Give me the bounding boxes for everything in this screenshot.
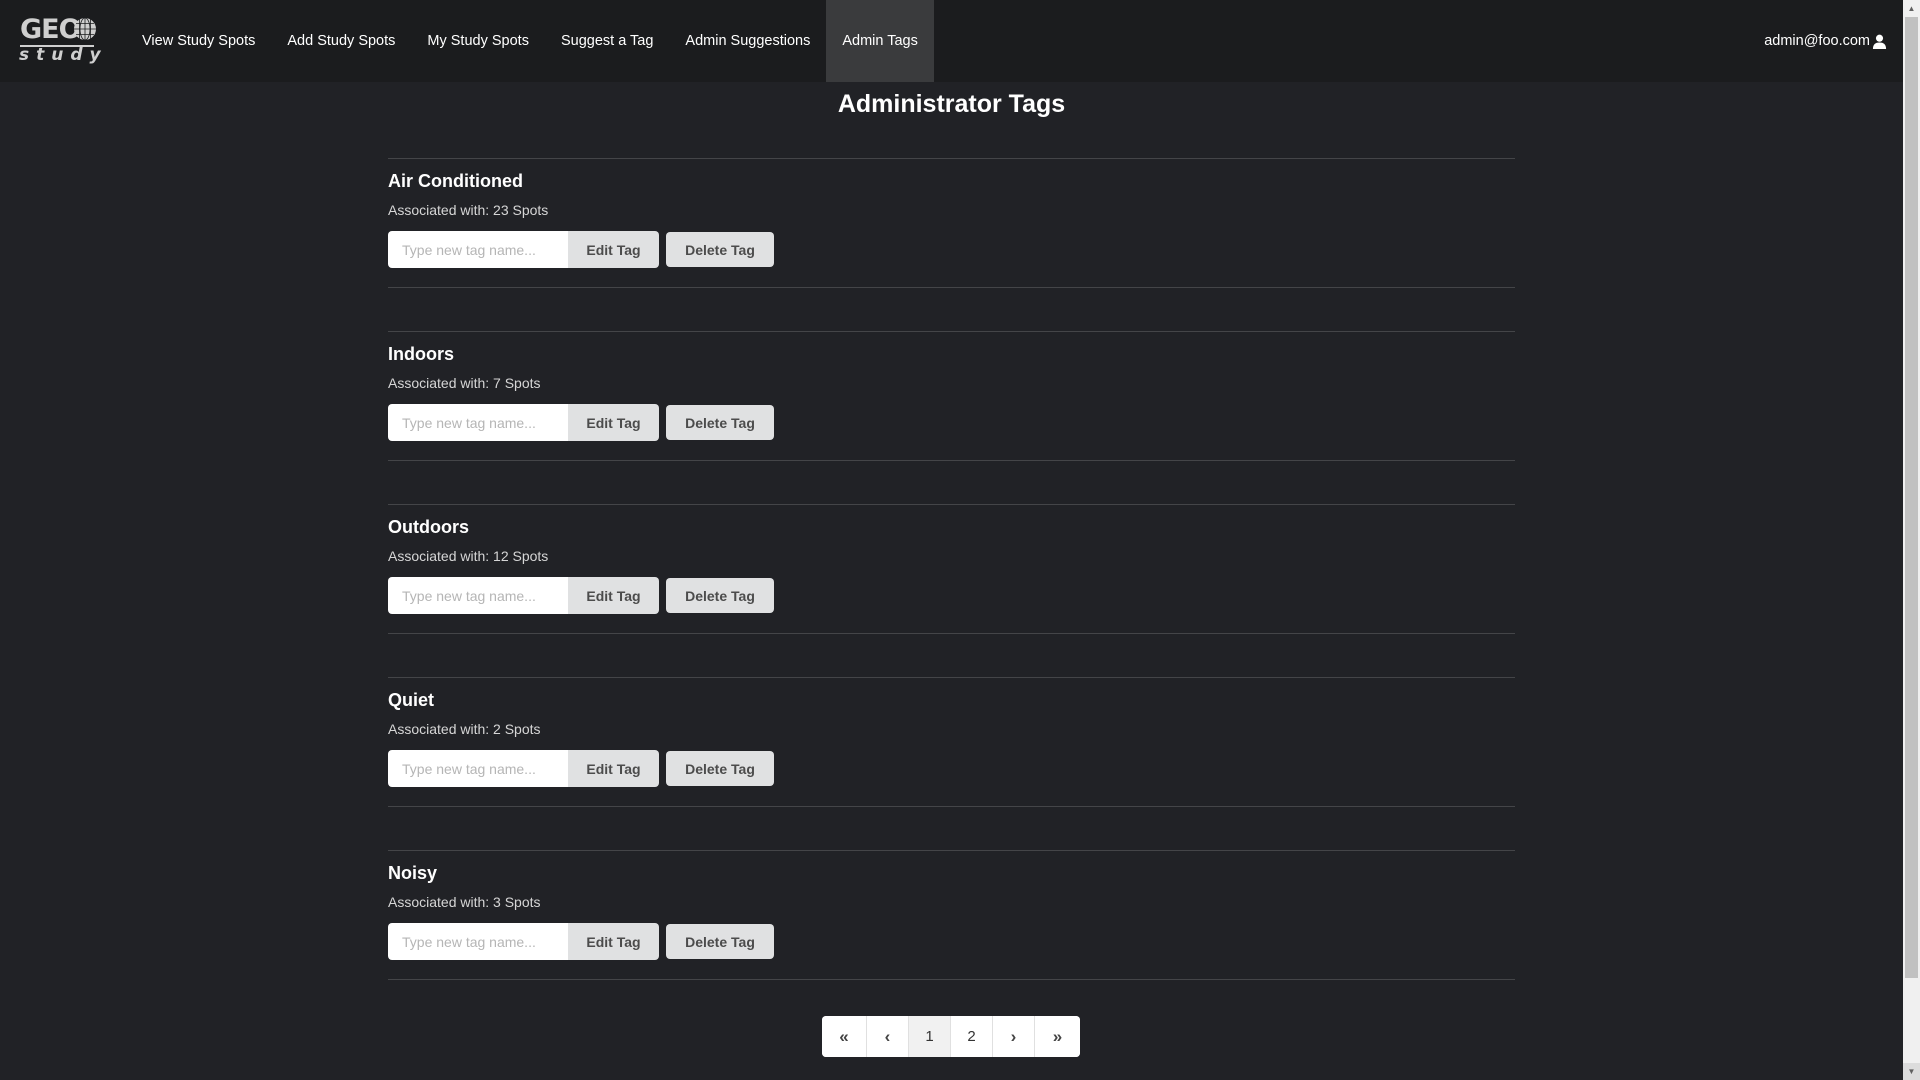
page-1-button[interactable]: 1 bbox=[909, 1016, 951, 1057]
logo-study-text: study bbox=[19, 45, 108, 65]
edit-input-group: Edit Tag bbox=[388, 404, 659, 441]
delete-tag-button[interactable]: Delete Tag bbox=[666, 232, 774, 267]
nav-my-study-spots[interactable]: My Study Spots bbox=[411, 0, 545, 82]
edit-tag-button[interactable]: Edit Tag bbox=[568, 577, 659, 614]
tag-name: Quiet bbox=[388, 690, 435, 710]
pagination: « ‹ 1 2 › » bbox=[822, 1016, 1080, 1057]
tag-controls: Edit Tag Delete Tag bbox=[388, 577, 774, 614]
delete-tag-button[interactable]: Delete Tag bbox=[666, 405, 774, 440]
edit-tag-button[interactable]: Edit Tag bbox=[568, 404, 659, 441]
nav-suggest-a-tag[interactable]: Suggest a Tag bbox=[545, 0, 669, 82]
nav-links: View Study Spots Add Study Spots My Stud… bbox=[126, 0, 934, 82]
tag-item: Air Conditioned Associated with: 23 Spot… bbox=[388, 158, 1515, 288]
geostudy-logo[interactable]: GEO study bbox=[16, 0, 126, 82]
tag-name: Air Conditioned bbox=[388, 171, 523, 191]
page-scrollbar[interactable]: ▲ ▼ bbox=[1903, 0, 1920, 1080]
edit-input-group: Edit Tag bbox=[388, 577, 659, 614]
nav-admin-tags[interactable]: Admin Tags bbox=[826, 0, 934, 82]
tag-count: Associated with: 2 Spots bbox=[388, 721, 541, 737]
edit-input-group: Edit Tag bbox=[388, 750, 659, 787]
user-email[interactable]: admin@foo.com bbox=[1764, 33, 1870, 49]
double-chevron-left-icon: « bbox=[839, 1026, 849, 1046]
tag-count: Associated with: 7 Spots bbox=[388, 375, 541, 391]
delete-tag-button[interactable]: Delete Tag bbox=[666, 578, 774, 613]
delete-tag-button[interactable]: Delete Tag bbox=[666, 924, 774, 959]
edit-input-group: Edit Tag bbox=[388, 231, 659, 268]
scroll-up-arrow-icon[interactable]: ▲ bbox=[1903, 0, 1920, 17]
nav-add-study-spots[interactable]: Add Study Spots bbox=[271, 0, 411, 82]
page-2-button[interactable]: 2 bbox=[951, 1016, 993, 1057]
last-page-button[interactable]: » bbox=[1035, 1016, 1080, 1057]
next-page-button[interactable]: › bbox=[993, 1016, 1035, 1057]
chevron-right-icon: › bbox=[1010, 1026, 1017, 1046]
edit-tag-button[interactable]: Edit Tag bbox=[568, 231, 659, 268]
edit-tag-button[interactable]: Edit Tag bbox=[568, 923, 659, 960]
tag-item: Noisy Associated with: 3 Spots Edit Tag … bbox=[388, 850, 1515, 980]
tag-count: Associated with: 12 Spots bbox=[388, 548, 549, 564]
tag-item: Indoors Associated with: 7 Spots Edit Ta… bbox=[388, 331, 1515, 461]
logo-geo-text: GEO bbox=[20, 14, 82, 45]
scrollbar-thumb[interactable] bbox=[1905, 17, 1918, 978]
tag-controls: Edit Tag Delete Tag bbox=[388, 231, 774, 268]
tag-controls: Edit Tag Delete Tag bbox=[388, 750, 774, 787]
user-icon bbox=[1872, 34, 1887, 49]
tag-controls: Edit Tag Delete Tag bbox=[388, 404, 774, 441]
tag-name: Noisy bbox=[388, 863, 438, 883]
page-title: Administrator Tags bbox=[837, 90, 1066, 118]
tag-item: Outdoors Associated with: 12 Spots Edit … bbox=[388, 504, 1515, 634]
tag-name: Indoors bbox=[388, 344, 454, 364]
tag-count: Associated with: 23 Spots bbox=[388, 202, 549, 218]
edit-input-group: Edit Tag bbox=[388, 923, 659, 960]
chevron-left-icon: ‹ bbox=[884, 1026, 891, 1046]
double-chevron-right-icon: » bbox=[1052, 1026, 1063, 1046]
tag-count: Associated with: 3 Spots bbox=[388, 894, 541, 910]
tag-item: Quiet Associated with: 2 Spots Edit Tag … bbox=[388, 677, 1515, 807]
top-navbar: GEO study View Study Spots Add Study Spo… bbox=[0, 0, 1903, 82]
new-tag-name-input[interactable] bbox=[388, 231, 568, 268]
user-menu[interactable]: admin@foo.com bbox=[1764, 0, 1887, 82]
scroll-down-arrow-icon[interactable]: ▼ bbox=[1903, 1063, 1920, 1080]
new-tag-name-input[interactable] bbox=[388, 923, 568, 960]
prev-page-button[interactable]: ‹ bbox=[867, 1016, 909, 1057]
new-tag-name-input[interactable] bbox=[388, 404, 568, 441]
new-tag-name-input[interactable] bbox=[388, 750, 568, 787]
edit-tag-button[interactable]: Edit Tag bbox=[568, 750, 659, 787]
tag-name: Outdoors bbox=[388, 517, 469, 537]
tag-controls: Edit Tag Delete Tag bbox=[388, 923, 774, 960]
delete-tag-button[interactable]: Delete Tag bbox=[666, 751, 774, 786]
nav-view-study-spots[interactable]: View Study Spots bbox=[126, 0, 271, 82]
first-page-button[interactable]: « bbox=[822, 1016, 867, 1057]
globe-icon bbox=[74, 17, 96, 41]
nav-admin-suggestions[interactable]: Admin Suggestions bbox=[669, 0, 826, 82]
new-tag-name-input[interactable] bbox=[388, 577, 568, 614]
